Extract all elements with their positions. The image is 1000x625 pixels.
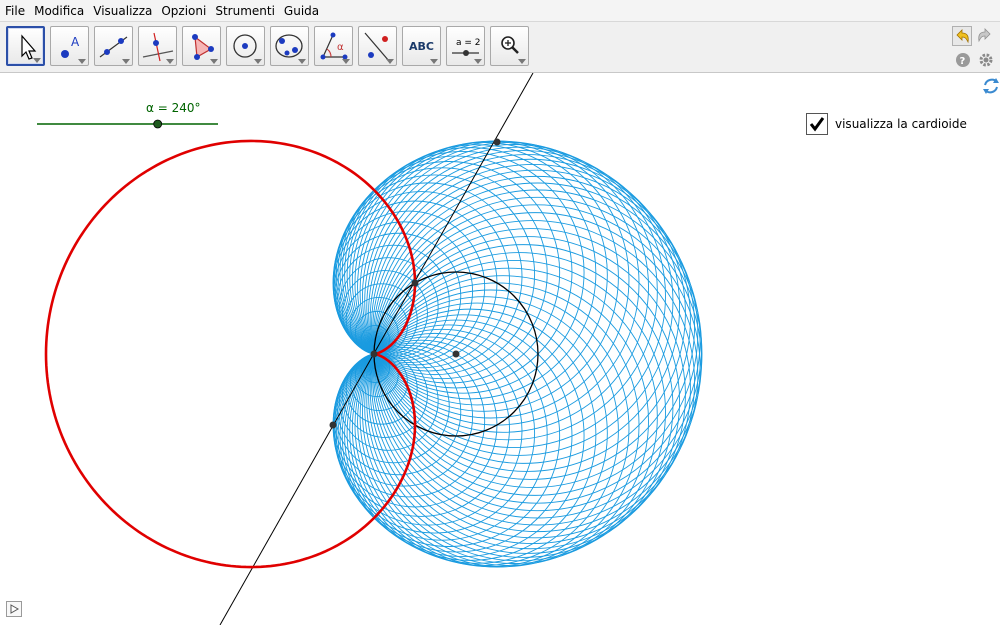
menu-guida[interactable]: Guida [279, 4, 323, 18]
menu-modifica[interactable]: Modifica [29, 4, 88, 18]
cusp-point[interactable] [370, 350, 378, 358]
play-icon [10, 604, 20, 614]
svg-text:?: ? [960, 56, 966, 67]
checkmark-icon [809, 117, 825, 132]
redo-icon [978, 28, 991, 43]
undo-icon [956, 29, 969, 44]
undo-button[interactable] [952, 26, 972, 46]
conic-tool[interactable] [270, 26, 309, 66]
svg-text:A: A [71, 35, 80, 49]
alpha-slider-knob[interactable] [153, 119, 163, 129]
gear-icon [979, 53, 993, 67]
menu-strumenti[interactable]: Strumenti [210, 4, 279, 18]
refresh-icon[interactable] [983, 78, 999, 94]
cardioid-checkbox-label: visualizza la cardioide [835, 117, 967, 131]
play-button[interactable] [6, 601, 22, 617]
perpendicular-line-tool[interactable] [138, 26, 177, 66]
redo-button[interactable] [976, 26, 996, 46]
text-tool[interactable]: ABC [402, 26, 441, 66]
settings-button[interactable] [977, 51, 995, 69]
center-point[interactable] [452, 350, 460, 358]
help-icon: ? [956, 53, 970, 67]
move-tool[interactable] [6, 26, 45, 66]
slider-tool[interactable]: a = 2 [446, 26, 485, 66]
zoom-tool[interactable] [490, 26, 529, 66]
circle-center-point-tool[interactable] [226, 26, 265, 66]
angle-tool[interactable]: α [314, 26, 353, 66]
svg-text:a = 2: a = 2 [456, 38, 481, 48]
svg-text:α: α [337, 42, 344, 53]
cardioid-point-upper[interactable] [493, 138, 501, 146]
menu-opzioni[interactable]: Opzioni [156, 4, 210, 18]
cardioid-curve [44, 139, 417, 569]
menu-visualizza[interactable]: Visualizza [88, 4, 156, 18]
cardioid-point-lower[interactable] [329, 421, 337, 429]
cardioid-checkbox[interactable] [806, 113, 828, 135]
point-tool[interactable]: A [50, 26, 89, 66]
circle-line-point[interactable] [411, 279, 419, 287]
menu-bar: File Modifica Visualizza Opzioni Strumen… [0, 0, 1000, 22]
toolbar: A α ABC a = 2 ? [0, 22, 1000, 73]
cardioid-toggle[interactable]: visualizza la cardioide [806, 113, 967, 135]
help-button[interactable]: ? [955, 52, 971, 68]
line-tool[interactable] [94, 26, 133, 66]
menu-file[interactable]: File [0, 4, 29, 18]
polygon-tool[interactable] [182, 26, 221, 66]
alpha-slider-label: α = 240° [146, 101, 201, 115]
graphics-view[interactable] [0, 73, 1000, 625]
reflect-tool[interactable] [358, 26, 397, 66]
